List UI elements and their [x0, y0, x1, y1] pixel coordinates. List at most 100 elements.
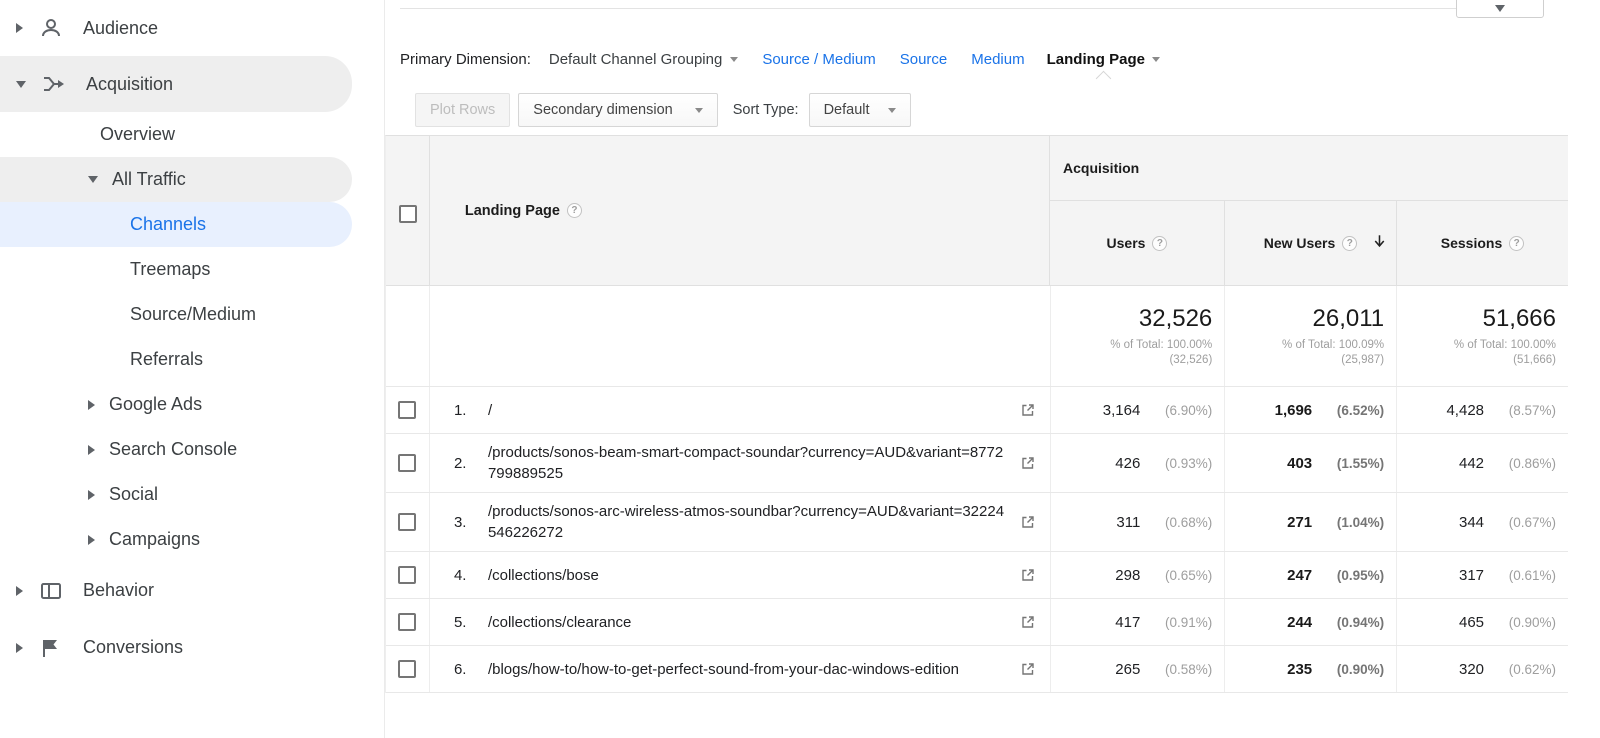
report-nav-sidebar: Audience Acquisition Overview All Traffi…: [0, 0, 385, 738]
table-bottom-border: [386, 692, 1568, 693]
table-row: 2. /products/sonos-beam-smart-compact-so…: [386, 433, 1568, 492]
sidebar-item-overview[interactable]: Overview: [0, 112, 352, 157]
sidebar-item-channels[interactable]: Channels: [0, 202, 352, 247]
metric-header-row: Users ? New Users ? Sessions ?: [1050, 201, 1568, 285]
landing-page-column-header[interactable]: Landing Page ?: [428, 136, 1049, 285]
row-index: 4.: [453, 566, 467, 584]
acquisition-group-header: Acquisition: [1050, 136, 1568, 201]
chevron-down-icon: [887, 107, 896, 113]
chevron-right-icon: [16, 585, 23, 596]
sidebar-item-label: Behavior: [83, 580, 155, 600]
new-users-pct: (1.55%): [1336, 455, 1385, 471]
new-users-column-header[interactable]: New Users ?: [1224, 201, 1396, 285]
row-checkbox[interactable]: [398, 454, 417, 472]
users-total-cell: 32,526 % of Total: 100.00% (32,526): [1050, 286, 1224, 386]
sidebar-item-source-medium[interactable]: Source/Medium: [0, 292, 352, 337]
row-index: 2.: [453, 454, 467, 472]
secondary-dimension-label: Secondary dimension: [533, 102, 673, 118]
new-users-pct: (1.04%): [1336, 514, 1385, 530]
totals-checkbox-cell: [386, 286, 429, 386]
dimension-option-label: Default Channel Grouping: [548, 50, 723, 68]
new-users-value: 1,696: [1274, 401, 1313, 419]
sidebar-item-google-ads[interactable]: Google Ads: [0, 382, 352, 427]
help-icon[interactable]: ?: [1509, 235, 1525, 251]
users-column-header[interactable]: Users ?: [1050, 201, 1224, 285]
sessions-value: 320: [1458, 660, 1485, 678]
sessions-pct-paren: (51,666): [1513, 353, 1556, 366]
help-icon[interactable]: ?: [1152, 235, 1168, 251]
sessions-column-header[interactable]: Sessions ?: [1396, 201, 1568, 285]
sort-type-value: Default: [823, 102, 870, 118]
sidebar-item-label: Social: [109, 484, 159, 504]
row-index: 5.: [453, 613, 467, 631]
help-icon[interactable]: ?: [566, 203, 582, 218]
sessions-pct: (0.62%): [1508, 661, 1557, 677]
row-checkbox[interactable]: [398, 401, 417, 419]
sidebar-item-label: Referrals: [130, 349, 204, 369]
chevron-down-icon: [694, 107, 703, 113]
open-in-new-icon[interactable]: [1020, 614, 1036, 630]
primary-dimension-bar: Primary Dimension: Default Channel Group…: [400, 46, 1160, 86]
landing-page-url: /products/sonos-beam-smart-compact-sound…: [487, 444, 1004, 482]
new-users-pct: (0.90%): [1336, 661, 1385, 677]
dimension-landing-page[interactable]: Landing Page: [1047, 51, 1160, 86]
users-cell: 417 (0.91%): [1050, 599, 1224, 645]
row-checkbox-cell: [386, 599, 429, 645]
new-users-total-cell: 26,011 % of Total: 100.09% (25,987): [1224, 286, 1396, 386]
sidebar-item-label: Channels: [130, 214, 207, 234]
dimension-source[interactable]: Source: [900, 51, 948, 68]
row-checkbox-cell: [386, 552, 429, 598]
users-cell: 426 (0.93%): [1050, 434, 1224, 492]
dimension-source-medium[interactable]: Source / Medium: [762, 51, 875, 68]
users-pct-paren: (32,526): [1169, 353, 1213, 366]
sessions-pct: (8.57%): [1508, 402, 1557, 418]
totals-row: 32,526 % of Total: 100.00% (32,526) 26,0…: [386, 286, 1568, 386]
export-dropdown-button[interactable]: [1456, 0, 1544, 18]
users-value: 3,164: [1102, 401, 1141, 419]
sidebar-item-audience[interactable]: Audience: [0, 0, 352, 56]
dimension-medium[interactable]: Medium: [971, 51, 1024, 68]
dimension-default-channel-grouping[interactable]: Default Channel Grouping: [548, 50, 739, 68]
sidebar-item-social[interactable]: Social: [0, 472, 352, 517]
sidebar-item-campaigns[interactable]: Campaigns: [0, 517, 352, 562]
row-checkbox-cell: [386, 434, 429, 492]
sidebar-item-treemaps[interactable]: Treemaps: [0, 247, 352, 292]
sidebar-item-behavior[interactable]: Behavior: [0, 562, 352, 619]
sidebar-item-all-traffic[interactable]: All Traffic: [0, 157, 352, 202]
open-in-new-icon[interactable]: [1020, 402, 1036, 418]
new-users-pct: (0.94%): [1336, 614, 1385, 630]
landing-page-cell: 3. /products/sonos-arc-wireless-atmos-so…: [428, 493, 1050, 551]
users-total: 32,526: [1138, 304, 1213, 332]
help-icon[interactable]: ?: [1342, 235, 1358, 251]
sort-type-button[interactable]: Default: [808, 93, 911, 127]
open-in-new-icon[interactable]: [1020, 567, 1036, 583]
users-cell: 265 (0.58%): [1050, 646, 1224, 692]
open-in-new-icon[interactable]: [1020, 514, 1036, 530]
sidebar-item-acquisition[interactable]: Acquisition: [0, 56, 352, 112]
sidebar-item-search-console[interactable]: Search Console: [0, 427, 352, 472]
landing-page-cell: 5. /collections/clearance: [428, 599, 1050, 645]
sidebar-item-referrals[interactable]: Referrals: [0, 337, 352, 382]
users-value: 298: [1115, 566, 1141, 584]
row-checkbox[interactable]: [398, 566, 417, 584]
plot-rows-button[interactable]: Plot Rows: [415, 93, 511, 127]
row-checkbox[interactable]: [398, 513, 417, 531]
row-checkbox[interactable]: [398, 613, 417, 631]
landing-page-url: /blogs/how-to/how-to-get-perfect-sound-f…: [487, 660, 960, 678]
sidebar-item-label: Acquisition: [86, 73, 174, 94]
acquisition-icon: [42, 72, 66, 96]
row-checkbox-cell: [386, 387, 429, 433]
secondary-dimension-button[interactable]: Secondary dimension: [518, 93, 718, 127]
landing-page-url: /: [487, 401, 493, 419]
landing-page-url: /collections/bose: [487, 566, 599, 584]
sidebar-item-label: Search Console: [109, 439, 238, 459]
users-pct: (0.93%): [1165, 455, 1213, 471]
select-all-checkbox[interactable]: [399, 205, 417, 223]
row-checkbox[interactable]: [398, 660, 417, 678]
users-cell: 298 (0.65%): [1050, 552, 1224, 598]
report-main: Primary Dimension: Default Channel Group…: [385, 0, 1600, 738]
sidebar-item-conversions[interactable]: Conversions: [0, 619, 352, 676]
open-in-new-icon[interactable]: [1020, 455, 1036, 471]
users-pct: (0.68%): [1165, 514, 1213, 530]
open-in-new-icon[interactable]: [1020, 661, 1036, 677]
